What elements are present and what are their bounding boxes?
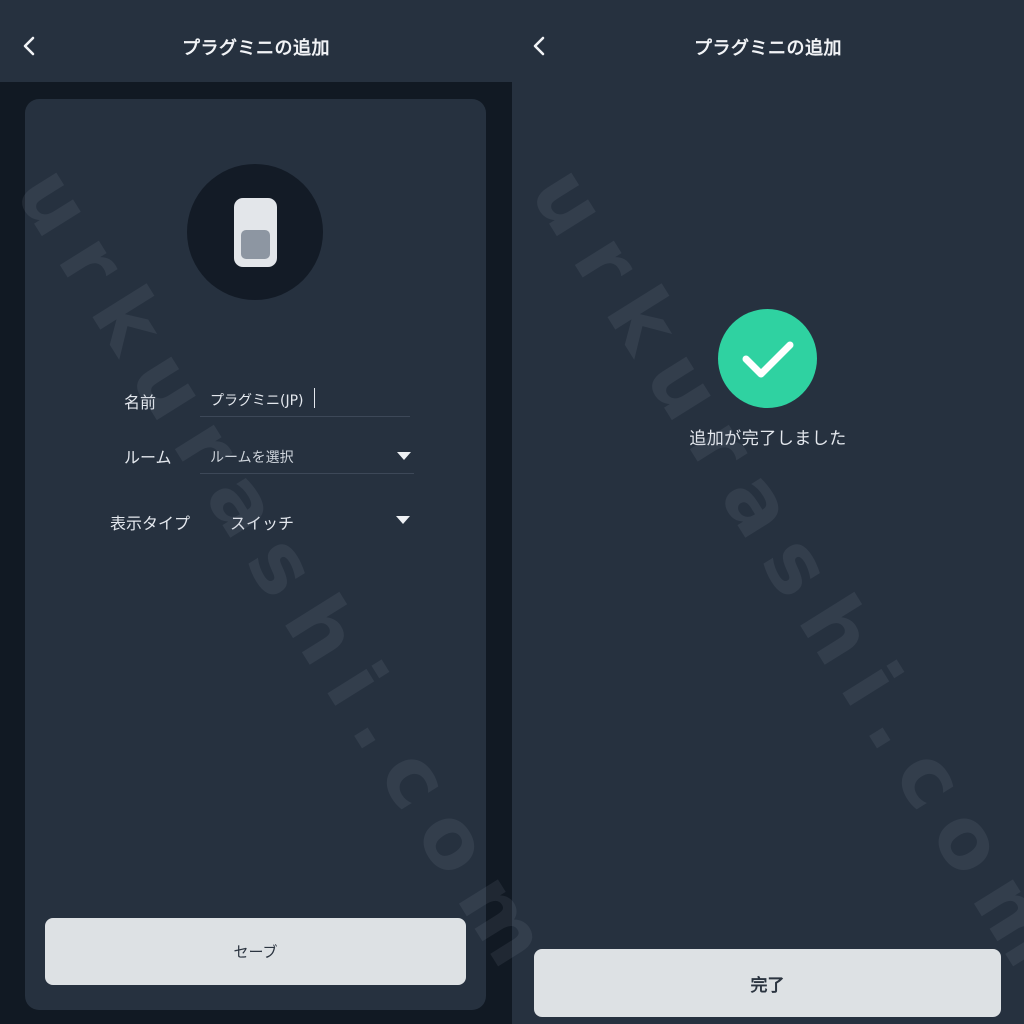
done-button[interactable]: 完了 (534, 949, 1001, 1017)
success-check-badge (718, 309, 817, 408)
room-dropdown-caret-icon[interactable] (397, 452, 411, 460)
add-device-complete-screen: プラグミニの追加 (512, 0, 1024, 1024)
text-caret (314, 388, 315, 408)
device-image (187, 164, 323, 300)
checkmark-icon (742, 341, 794, 378)
add-device-form-screen: プラグミニの追加 名前 プラグミニ(JP) ルーム ルームを選択 表示タイプ ス… (0, 0, 512, 1024)
display-type-dropdown-caret-icon[interactable] (396, 516, 410, 524)
display-type-select[interactable]: スイッチ (230, 510, 294, 534)
page-title: プラグミニの追加 (694, 38, 842, 59)
name-underline (200, 416, 410, 417)
save-button[interactable]: セーブ (45, 918, 466, 985)
header: プラグミニの追加 (0, 0, 512, 82)
name-label: 名前 (124, 393, 157, 412)
page-title: プラグミニの追加 (182, 38, 330, 59)
room-label: ルーム (124, 448, 172, 467)
smart-plug-icon (234, 198, 277, 267)
success-message: 追加が完了しました (689, 429, 847, 449)
display-type-label: 表示タイプ (110, 514, 191, 533)
name-input[interactable]: プラグミニ(JP) (210, 390, 304, 410)
room-select[interactable]: ルームを選択 (210, 447, 294, 467)
room-underline (200, 473, 414, 474)
